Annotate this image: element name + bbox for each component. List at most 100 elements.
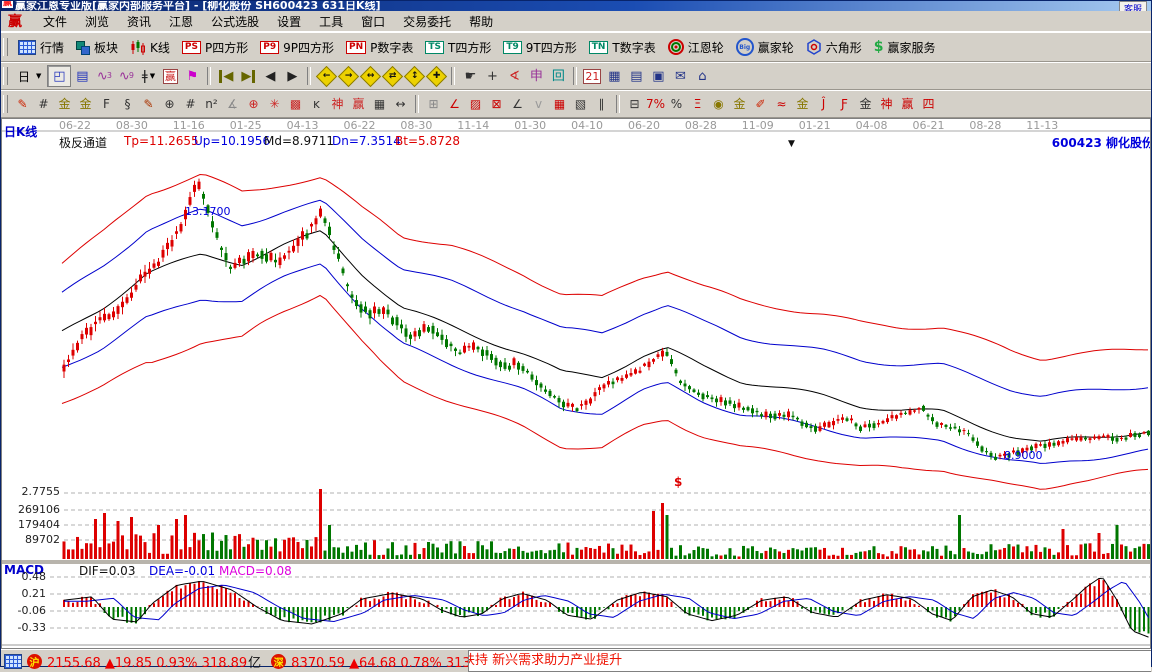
pct-lines-tool-icon[interactable]: Ξ [687, 94, 708, 114]
si-line-tool-icon[interactable]: 四 [918, 94, 939, 114]
zoom-area-icon[interactable]: ◰ [47, 65, 71, 87]
hand-tool-icon[interactable]: ☛ [459, 66, 481, 86]
gold-lines-tool-icon[interactable]: 金 [729, 94, 750, 114]
brush-tool-icon[interactable]: ✎ [12, 94, 33, 114]
last-bar-icon[interactable]: ▶ [237, 66, 259, 86]
winner-panel-icon[interactable]: 赢 [159, 66, 181, 86]
gold-grid2-tool-icon[interactable]: 金 [75, 94, 96, 114]
pen2-tool-icon[interactable]: ✐ [750, 94, 771, 114]
menu-item-公式选股[interactable]: 公式选股 [202, 14, 268, 30]
candle-style-icon[interactable]: ǂ▼ [137, 66, 159, 86]
v-wave-tool-icon[interactable]: v [528, 94, 549, 114]
red-grid-tool-icon[interactable]: ▦ [549, 94, 570, 114]
maze-tool-icon[interactable]: 回 [547, 66, 569, 86]
menu-item-江恩[interactable]: 江恩 [160, 14, 202, 30]
period-select[interactable]: 日▼ [12, 66, 47, 87]
j-line-tool-icon[interactable]: Ĵ [813, 94, 834, 114]
9p-square-button[interactable]: P99P四方形 [254, 37, 340, 58]
ratio-tool-icon[interactable]: ⊟ [624, 94, 645, 114]
parallel-tool-icon[interactable]: ∥ [591, 94, 612, 114]
circle-ruler-tool-icon[interactable]: ⊕ [159, 94, 180, 114]
info-list-icon[interactable]: ▤ [71, 66, 93, 86]
t-square-button[interactable]: TST四方形 [419, 37, 497, 58]
kline-button[interactable]: K线 [124, 37, 176, 58]
k-quote-tool-icon[interactable]: ĸ [306, 94, 327, 114]
star-web-tool-icon[interactable]: ✳ [264, 94, 285, 114]
menu-item-设置[interactable]: 设置 [268, 14, 310, 30]
fit-all-icon[interactable]: ✚ [425, 66, 447, 86]
menu-item-文件[interactable]: 文件 [34, 14, 76, 30]
hexagon-button[interactable]: 六角形 [800, 37, 868, 58]
expand-x-icon[interactable]: ↔ [359, 66, 381, 86]
menu-item-交易委托[interactable]: 交易委托 [394, 14, 460, 30]
mail-icon[interactable]: ✉ [669, 66, 691, 86]
span-measure-tool-icon[interactable]: ↔ [390, 94, 411, 114]
news-ticker[interactable]: 扶持 新兴需求助力产业提升 [468, 650, 1151, 672]
prev-bar-icon[interactable]: ◀ [259, 66, 281, 86]
fan-tool-icon[interactable]: ∠ [444, 94, 465, 114]
wave-3-icon[interactable]: ∿3 [93, 66, 115, 86]
chart-style-icon[interactable]: ⚑ [181, 66, 203, 86]
menu-item-工具[interactable]: 工具 [310, 14, 352, 30]
angle-measure-icon[interactable]: ∢ [503, 66, 525, 86]
winner-service-button[interactable]: $赢家服务 [868, 37, 942, 58]
winner-wheel-button[interactable]: Big赢家轮 [730, 36, 800, 58]
quotes-button[interactable]: 行情 [12, 37, 70, 58]
menu-item-帮助[interactable]: 帮助 [460, 14, 502, 30]
grid123-tool-icon[interactable]: ▦ [369, 94, 390, 114]
menu-item-浏览[interactable]: 浏览 [76, 14, 118, 30]
angle-lines-tool-icon[interactable]: ∠ [507, 94, 528, 114]
save-icon[interactable]: ▣ [647, 66, 669, 86]
compress-x-icon[interactable]: ⇄ [381, 66, 403, 86]
pct7-tool-icon[interactable]: 7% [645, 94, 666, 114]
shift-left-icon[interactable]: ← [315, 66, 337, 86]
p-square-button[interactable]: PSP四方形 [176, 37, 254, 58]
sectors-button[interactable]: 板块 [70, 37, 124, 58]
toolbar-grip[interactable] [3, 67, 8, 85]
expand-y-icon[interactable]: ↕ [403, 66, 425, 86]
p-number-table-button[interactable]: PNP数字表 [340, 37, 419, 58]
calendar-icon[interactable]: 21 [581, 66, 603, 86]
quote-table-icon[interactable] [4, 654, 22, 669]
fan-box-tool-icon[interactable]: ▨ [465, 94, 486, 114]
hatch-tool-icon[interactable]: # [33, 94, 54, 114]
win-line-tool-icon[interactable]: 赢 [897, 94, 918, 114]
menu-item-窗口[interactable]: 窗口 [352, 14, 394, 30]
toolbar-grip[interactable] [3, 38, 8, 56]
remote-icon[interactable]: ⌂ [691, 66, 713, 86]
gann-wheel-button[interactable]: 江恩轮 [662, 37, 730, 58]
calculator-icon[interactable]: ▦ [603, 66, 625, 86]
gold-angle-tool-icon[interactable]: 金 [855, 94, 876, 114]
n2-tool-icon[interactable]: n² [201, 94, 222, 114]
chart-area[interactable]: 日K线 600423 柳化股份 极反通道 Tp=11.2655 Up=10.19… [1, 118, 1151, 649]
ruler-tool-icon[interactable]: # [180, 94, 201, 114]
box-tool-icon[interactable]: ⊞ [423, 94, 444, 114]
gold-grid-tool-icon[interactable]: 金 [54, 94, 75, 114]
notes-icon[interactable]: ▤ [625, 66, 647, 86]
wave-9-icon[interactable]: ∿9 [115, 66, 137, 86]
spiral-tool-icon[interactable]: § [117, 94, 138, 114]
pct-tool-icon[interactable]: % [666, 94, 687, 114]
wave-channel-tool-icon[interactable]: ≈ [771, 94, 792, 114]
t-number-table-button[interactable]: TNT数字表 [583, 37, 662, 58]
f-line-tool-icon[interactable]: Ƒ [834, 94, 855, 114]
gold-circle-tool-icon[interactable]: ◉ [708, 94, 729, 114]
toolbar-grip[interactable] [3, 95, 8, 113]
shen-grid-tool-icon[interactable]: 神 [327, 94, 348, 114]
web-grid-tool-icon[interactable]: ▩ [285, 94, 306, 114]
protractor-tool-icon[interactable]: ∡ [222, 94, 243, 114]
9t-square-button[interactable]: T99T四方形 [497, 37, 582, 58]
crosshair-tool-icon[interactable]: + [481, 66, 503, 86]
shen-line-tool-icon[interactable]: 神 [876, 94, 897, 114]
f-grid-tool-icon[interactable]: F [96, 94, 117, 114]
box-lines-tool-icon[interactable]: ⊠ [486, 94, 507, 114]
help-link[interactable]: 客服 [1119, 1, 1147, 11]
gann-shape-icon[interactable]: 申 [525, 66, 547, 86]
next-bar-icon[interactable]: ▶ [281, 66, 303, 86]
menu-item-资讯[interactable]: 资讯 [118, 14, 160, 30]
first-bar-icon[interactable]: ◀ [215, 66, 237, 86]
brush2-tool-icon[interactable]: ✎ [138, 94, 159, 114]
win-grid-tool-icon[interactable]: 赢 [348, 94, 369, 114]
shift-right-icon[interactable]: → [337, 66, 359, 86]
grid-box-tool-icon[interactable]: ▧ [570, 94, 591, 114]
